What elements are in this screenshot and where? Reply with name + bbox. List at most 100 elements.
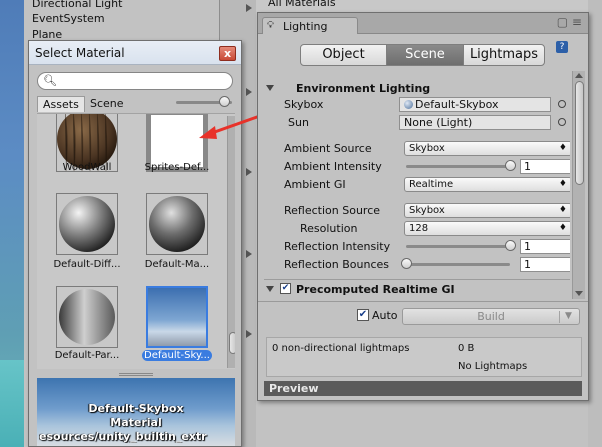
settings-scrollbar-thumb[interactable]: [575, 81, 584, 185]
ambient-intensity-input[interactable]: 1: [520, 159, 570, 174]
sun-field[interactable]: None (Light): [399, 115, 551, 130]
precomputed-gi-header[interactable]: ✔ Precomputed Realtime GI: [264, 279, 570, 297]
material-thumbnail: [146, 286, 208, 348]
slider-track[interactable]: [406, 263, 510, 266]
dropdown-value: Realtime: [409, 179, 454, 190]
grid-scrollbar[interactable]: [227, 116, 235, 368]
dropdown-arrow-icon: ♦: [558, 179, 567, 189]
reflection-source-row: Reflection Source Skybox ♦: [264, 203, 570, 219]
precomputed-gi-checkbox[interactable]: ✔: [280, 283, 291, 294]
project-panel-header: All Materials: [256, 0, 602, 12]
button-separator: [559, 311, 560, 323]
tab-assets[interactable]: Assets: [37, 96, 85, 112]
field-label: Reflection Bounces: [284, 258, 389, 271]
ambient-gi-row: Ambient GI Realtime ♦: [264, 177, 570, 193]
select-material-window: Select Material x 🔍︎ Assets Scene WoodWa…: [28, 40, 242, 447]
field-value: None (Light): [404, 116, 473, 129]
grid-scrollbar-thumb[interactable]: [229, 332, 235, 354]
close-button[interactable]: x: [219, 46, 236, 61]
material-orb-icon: [404, 100, 413, 109]
dropdown-arrow-icon: ♦: [558, 143, 567, 153]
foldout-open-icon: [266, 286, 274, 292]
material-label: WoodWall: [62, 162, 112, 173]
scroll-up-icon[interactable]: [575, 73, 583, 78]
slider-thumb[interactable]: [401, 258, 412, 269]
lightmap-size: 0 B: [458, 343, 475, 354]
preview-material-name: Default-Skybox: [88, 402, 184, 415]
help-icon[interactable]: ?: [556, 41, 568, 53]
material-label: Default-Sky...: [142, 350, 212, 361]
field-label: Reflection Intensity: [284, 240, 391, 253]
material-thumbnail: [146, 193, 208, 255]
reflection-intensity-input[interactable]: 1: [520, 239, 570, 254]
lightmap-count: 0 non-directional lightmaps: [272, 343, 410, 354]
foldout-arrow-icon[interactable]: [246, 168, 253, 176]
preview-divider[interactable]: [37, 371, 235, 378]
skybox-field[interactable]: Default-Skybox: [399, 97, 551, 112]
search-bar[interactable]: 🔍︎: [37, 72, 233, 90]
window-title: Select Material: [35, 46, 125, 60]
search-input[interactable]: [58, 74, 226, 88]
resolution-dropdown[interactable]: 128 ♦: [404, 221, 570, 236]
material-grid: WoodWall Sprites-Def... Default-Diff... …: [37, 113, 235, 369]
tab-lighting[interactable]: 💡︎ Lighting: [262, 17, 358, 34]
lighting-tabbar: 💡︎ Lighting ▢ ≡: [258, 13, 588, 34]
settings-scrollbar[interactable]: [572, 71, 585, 299]
tab-scene[interactable]: Scene: [85, 96, 129, 112]
ambient-source-dropdown[interactable]: Skybox ♦: [404, 141, 570, 156]
field-label: Sun: [288, 116, 309, 129]
object-picker-icon[interactable]: [558, 100, 566, 108]
object-picker-icon[interactable]: [558, 118, 566, 126]
material-label: Default-Diff...: [53, 259, 121, 270]
slider-thumb[interactable]: [505, 240, 516, 251]
material-label: Default-Ma...: [144, 259, 210, 270]
build-label: Build: [477, 310, 505, 323]
field-label: Resolution: [300, 222, 358, 235]
no-lightmaps-label: No Lightmaps: [458, 361, 528, 372]
field-label: Reflection Source: [284, 204, 381, 217]
material-preview: Default-Skybox Material esources/unity_b…: [37, 378, 235, 446]
zoom-slider-thumb[interactable]: [218, 96, 230, 107]
field-label: Ambient Source: [284, 142, 372, 155]
ambient-gi-dropdown[interactable]: Realtime ♦: [404, 177, 570, 192]
section-title: Environment Lighting: [296, 82, 431, 95]
reflection-source-dropdown[interactable]: Skybox ♦: [404, 203, 570, 218]
slider-track[interactable]: [406, 245, 510, 248]
foldout-arrow-icon[interactable]: [246, 250, 253, 258]
scroll-down-icon[interactable]: [575, 291, 583, 296]
mode-lightmaps-button[interactable]: Lightmaps: [463, 44, 545, 66]
right-edge-panel: [588, 0, 602, 447]
preview-header[interactable]: Preview: [264, 381, 582, 396]
reflection-bounces-input[interactable]: 1: [520, 257, 570, 272]
reflection-intensity-row: Reflection Intensity 1: [264, 239, 570, 255]
dropdown-value: 128: [409, 223, 429, 234]
preview-material-type: Material: [110, 416, 162, 429]
skybox-row: Skybox Default-Skybox: [264, 97, 570, 113]
foldout-arrow-icon[interactable]: [246, 88, 253, 96]
foldout-arrow-icon[interactable]: [246, 330, 253, 338]
material-thumbnail: [56, 193, 118, 255]
lightbulb-icon: 💡︎: [267, 20, 274, 31]
auto-label: Auto: [372, 309, 398, 322]
auto-checkbox[interactable]: ✔: [357, 309, 369, 321]
slider-thumb[interactable]: [505, 160, 516, 171]
dropdown-arrow-icon: ♦: [558, 205, 567, 215]
ambient-source-row: Ambient Source Skybox ♦: [264, 141, 570, 157]
build-button[interactable]: Build ▼: [402, 308, 580, 325]
slider-track[interactable]: [406, 165, 510, 168]
mode-scene-button[interactable]: Scene: [386, 44, 464, 66]
dropdown-arrow-icon[interactable]: ▼: [565, 309, 572, 324]
hierarchy-item-directional-light[interactable]: Directional Light: [32, 0, 122, 10]
window-controls-icon[interactable]: ▢ ≡: [557, 15, 582, 29]
hierarchy-item-eventsystem[interactable]: EventSystem: [32, 12, 105, 25]
foldout-arrow-icon[interactable]: [246, 4, 253, 12]
mode-object-button[interactable]: Object: [300, 44, 387, 66]
field-label: Ambient GI: [284, 178, 346, 191]
preview-material-path: esources/unity_builtin_extr: [39, 430, 207, 443]
select-material-titlebar[interactable]: Select Material x: [29, 41, 241, 65]
environment-lighting-header[interactable]: Environment Lighting: [264, 81, 570, 97]
section-title: Precomputed Realtime GI: [296, 283, 455, 296]
foldout-open-icon: [266, 85, 274, 91]
material-label: Default-Par...: [54, 350, 120, 361]
all-materials-label[interactable]: All Materials: [268, 0, 336, 9]
